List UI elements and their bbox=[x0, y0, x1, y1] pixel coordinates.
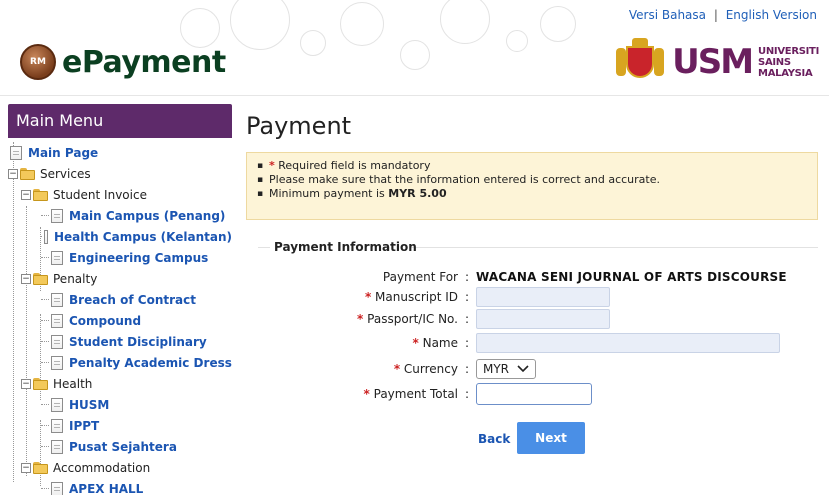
row-payment-total: * Payment Total : bbox=[246, 383, 821, 405]
usm-name-line2: SAINS bbox=[758, 56, 791, 68]
notice-minimum: Minimum payment is MYR 5.00 bbox=[257, 187, 807, 201]
currency-label: * Currency bbox=[393, 362, 458, 376]
document-icon bbox=[51, 418, 63, 433]
main-menu-title: Main Menu bbox=[8, 104, 232, 138]
lang-english-link[interactable]: English Version bbox=[726, 8, 817, 22]
sidebar-item-husm[interactable]: HUSM bbox=[8, 394, 232, 415]
row-name: * Name : bbox=[246, 332, 821, 354]
document-icon bbox=[10, 145, 22, 160]
collapse-icon[interactable]: − bbox=[21, 462, 31, 473]
collapse-icon[interactable]: − bbox=[21, 273, 31, 284]
sidebar-item-health-campus[interactable]: Health Campus (Kelantan) bbox=[8, 226, 232, 247]
currency-value: MYR bbox=[483, 362, 510, 376]
sidebar-item-engineering-campus[interactable]: Engineering Campus bbox=[8, 247, 232, 268]
lang-separator: | bbox=[713, 8, 718, 22]
sidebar-item-main-campus[interactable]: Main Campus (Penang) bbox=[8, 205, 232, 226]
page-title: Payment bbox=[246, 112, 352, 140]
document-icon bbox=[51, 481, 63, 495]
manuscript-id-label: * Manuscript ID bbox=[364, 290, 458, 304]
row-currency: * Currency : MYR bbox=[246, 358, 821, 380]
document-icon bbox=[51, 313, 63, 328]
collapse-icon[interactable]: − bbox=[21, 378, 31, 389]
sidebar-item-breach-of-contract[interactable]: Breach of Contract bbox=[8, 289, 232, 310]
usm-name: UNIVERSITI SAINS MALAYSIA bbox=[758, 46, 819, 79]
document-icon bbox=[51, 292, 63, 307]
usm-name-line1: UNIVERSITI bbox=[758, 45, 819, 57]
currency-select[interactable]: MYR bbox=[476, 359, 537, 379]
document-icon bbox=[44, 229, 48, 244]
payment-for-value: WACANA SENI JOURNAL OF ARTS DISCOURSE bbox=[476, 270, 787, 284]
sidebar-item-student-disciplinary[interactable]: Student Disciplinary bbox=[8, 331, 232, 352]
notice-accuracy: Please make sure that the information en… bbox=[257, 173, 807, 187]
sidebar-folder-accommodation[interactable]: − Accommodation bbox=[8, 457, 232, 478]
header: Versi Bahasa | English Version RM ePayme… bbox=[0, 0, 829, 96]
sidebar-folder-health[interactable]: − Health bbox=[8, 373, 232, 394]
next-button[interactable]: Next bbox=[517, 422, 585, 454]
chevron-down-icon bbox=[517, 362, 529, 376]
sidebar-item-penalty-academic-dress[interactable]: Penalty Academic Dress bbox=[8, 352, 232, 373]
usm-mark: USM bbox=[672, 42, 754, 82]
document-icon bbox=[51, 439, 63, 454]
menu-tree: Main Page − Services − Student Invoice M… bbox=[8, 138, 232, 495]
payment-total-label: * Payment Total bbox=[363, 387, 458, 401]
lang-malay-link[interactable]: Versi Bahasa bbox=[629, 8, 706, 22]
sidebar-folder-services[interactable]: − Services bbox=[8, 163, 232, 184]
document-icon bbox=[51, 355, 63, 370]
name-input[interactable] bbox=[476, 333, 780, 353]
passport-label: * Passport/IC No. bbox=[357, 312, 458, 326]
name-label: * Name bbox=[412, 336, 458, 350]
payment-for-label: Payment For bbox=[382, 270, 458, 284]
notice-box: * Required field is mandatory Please mak… bbox=[246, 152, 818, 220]
logo-text: ePayment bbox=[62, 44, 226, 80]
section-title: Payment Information bbox=[274, 240, 417, 254]
folder-open-icon bbox=[33, 461, 49, 474]
sidebar-item-apex-hall[interactable]: APEX HALL bbox=[8, 478, 232, 495]
row-passport: * Passport/IC No. : bbox=[246, 308, 821, 330]
sidebar-folder-penalty[interactable]: − Penalty bbox=[8, 268, 232, 289]
sidebar-folder-student-invoice[interactable]: − Student Invoice bbox=[8, 184, 232, 205]
folder-open-icon bbox=[20, 167, 36, 180]
document-icon bbox=[51, 334, 63, 349]
usm-name-line3: MALAYSIA bbox=[758, 67, 813, 79]
document-icon bbox=[51, 250, 63, 265]
sidebar-item-main-page[interactable]: Main Page bbox=[8, 142, 232, 163]
folder-open-icon bbox=[33, 377, 49, 390]
row-payment-for: Payment For : WACANA SENI JOURNAL OF ART… bbox=[246, 266, 821, 288]
manuscript-id-input[interactable] bbox=[476, 287, 610, 307]
sidebar: Main Menu Main Page − Services − Student… bbox=[8, 104, 232, 495]
document-icon bbox=[51, 208, 63, 223]
row-manuscript-id: * Manuscript ID : bbox=[246, 286, 821, 308]
usm-crest-icon bbox=[616, 38, 665, 86]
passport-ic-input[interactable] bbox=[476, 309, 610, 329]
folder-open-icon bbox=[33, 272, 49, 285]
collapse-icon[interactable]: − bbox=[8, 168, 18, 179]
notice-required: * Required field is mandatory bbox=[257, 159, 807, 173]
back-button[interactable]: Back bbox=[478, 432, 510, 446]
folder-open-icon bbox=[33, 188, 49, 201]
rm-coin-icon: RM bbox=[20, 44, 56, 80]
collapse-icon[interactable]: − bbox=[21, 189, 31, 200]
document-icon bbox=[51, 397, 63, 412]
main-content: Payment * Required field is mandatory Pl… bbox=[246, 104, 821, 454]
sidebar-item-compound[interactable]: Compound bbox=[8, 310, 232, 331]
sidebar-item-ippt[interactable]: IPPT bbox=[8, 415, 232, 436]
payment-total-input[interactable] bbox=[476, 383, 592, 405]
epayment-logo[interactable]: RM ePayment bbox=[20, 34, 226, 90]
usm-logo: USM UNIVERSITI SAINS MALAYSIA bbox=[616, 38, 819, 86]
sidebar-item-pusat-sejahtera[interactable]: Pusat Sejahtera bbox=[8, 436, 232, 457]
language-links: Versi Bahasa | English Version bbox=[629, 8, 817, 22]
